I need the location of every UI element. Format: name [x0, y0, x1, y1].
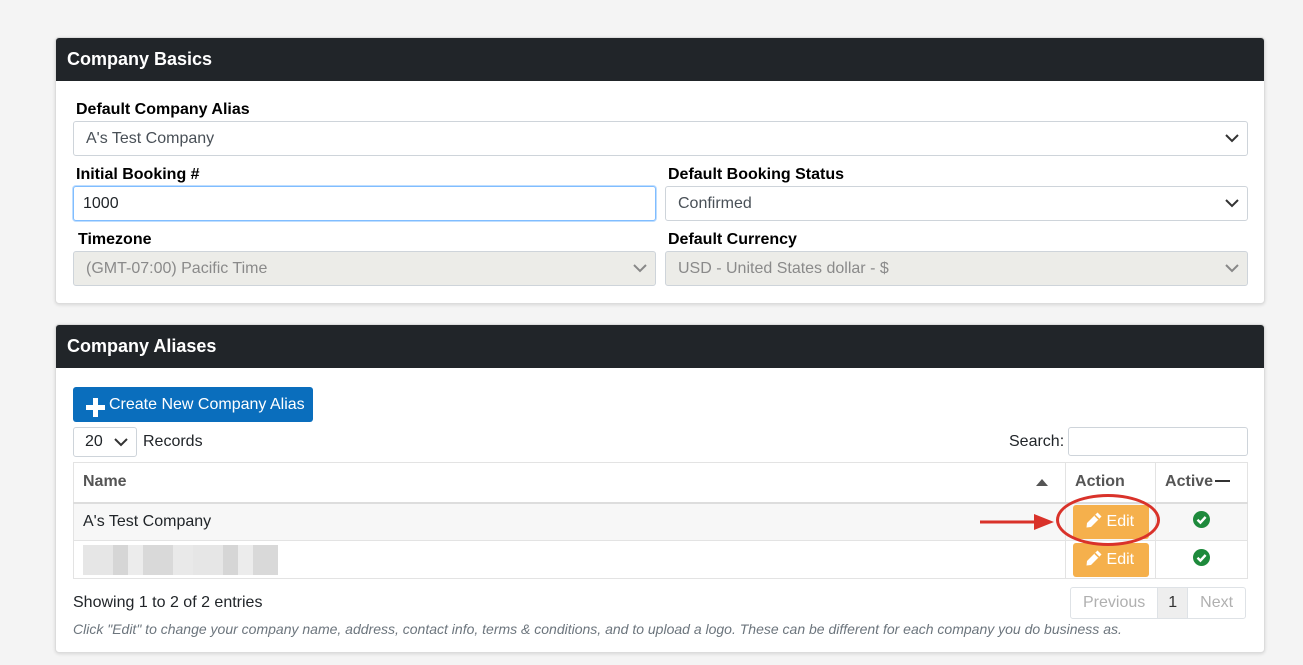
timezone-select: (GMT-07:00) Pacific Time	[73, 251, 656, 286]
booking-status-select[interactable]: Confirmed	[665, 186, 1248, 221]
company-aliases-title: Company Aliases	[56, 325, 1264, 368]
default-alias-label: Default Company Alias	[76, 101, 250, 118]
records-label: Records	[143, 433, 203, 450]
create-alias-label: Create New Company Alias	[109, 396, 305, 413]
default-currency-select: USD - United States dollar - $	[665, 251, 1248, 286]
initial-booking-label: Initial Booking #	[76, 166, 200, 183]
pagination: Previous 1 Next	[1070, 587, 1247, 619]
chevron-down-icon	[633, 263, 647, 273]
default-alias-value: A's Test Company	[86, 130, 215, 147]
redacted-name	[83, 544, 278, 575]
minus-icon	[1215, 479, 1231, 482]
initial-booking-input[interactable]: 1000	[73, 186, 656, 221]
chevron-down-icon	[114, 437, 128, 447]
entries-info: Showing 1 to 2 of 2 entries	[73, 594, 263, 611]
records-per-page-select[interactable]: 20	[73, 427, 137, 457]
records-per-page-value: 20	[85, 433, 103, 450]
help-note: Click "Edit" to change your company name…	[73, 621, 1122, 637]
alias-name-cell: A's Test Company	[72, 502, 1067, 541]
default-currency-label: Default Currency	[668, 231, 797, 248]
sort-asc-icon	[1036, 479, 1049, 486]
column-header-active[interactable]: Active	[1155, 462, 1248, 504]
timezone-value: (GMT-07:00) Pacific Time	[86, 260, 268, 277]
plus-icon	[86, 395, 105, 417]
alias-name-cell	[72, 540, 1067, 579]
company-basics-title: Company Basics	[56, 38, 1264, 81]
chevron-down-icon	[1225, 263, 1239, 273]
pagination-next[interactable]: Next	[1188, 588, 1245, 618]
chevron-down-icon	[1225, 198, 1239, 208]
booking-status-value: Confirmed	[678, 195, 752, 212]
pagination-previous[interactable]: Previous	[1071, 588, 1159, 618]
default-alias-select[interactable]: A's Test Company	[73, 121, 1248, 156]
company-basics-panel: Company Basics Default Company Alias A's…	[55, 37, 1265, 304]
edit-button[interactable]: Edit	[1072, 542, 1149, 577]
check-circle-icon	[1193, 548, 1211, 566]
column-header-name[interactable]: Name	[72, 462, 1067, 504]
pencil-icon	[1086, 550, 1102, 565]
create-alias-button[interactable]: Create New Company Alias	[73, 387, 313, 422]
pagination-page-1[interactable]: 1	[1158, 588, 1189, 618]
company-aliases-panel: Company Aliases Create New Company Alias…	[55, 324, 1265, 653]
initial-booking-value: 1000	[83, 195, 119, 212]
table-row: Edit	[72, 540, 1248, 579]
check-circle-icon	[1193, 510, 1211, 528]
default-currency-value: USD - United States dollar - $	[678, 260, 889, 277]
chevron-down-icon	[1225, 133, 1239, 143]
booking-status-label: Default Booking Status	[668, 166, 845, 183]
search-label: Search:	[1009, 433, 1065, 450]
annotation-circle	[1056, 494, 1160, 546]
search-input[interactable]	[1068, 427, 1248, 456]
timezone-label: Timezone	[78, 231, 152, 248]
annotation-arrow	[980, 514, 1054, 530]
